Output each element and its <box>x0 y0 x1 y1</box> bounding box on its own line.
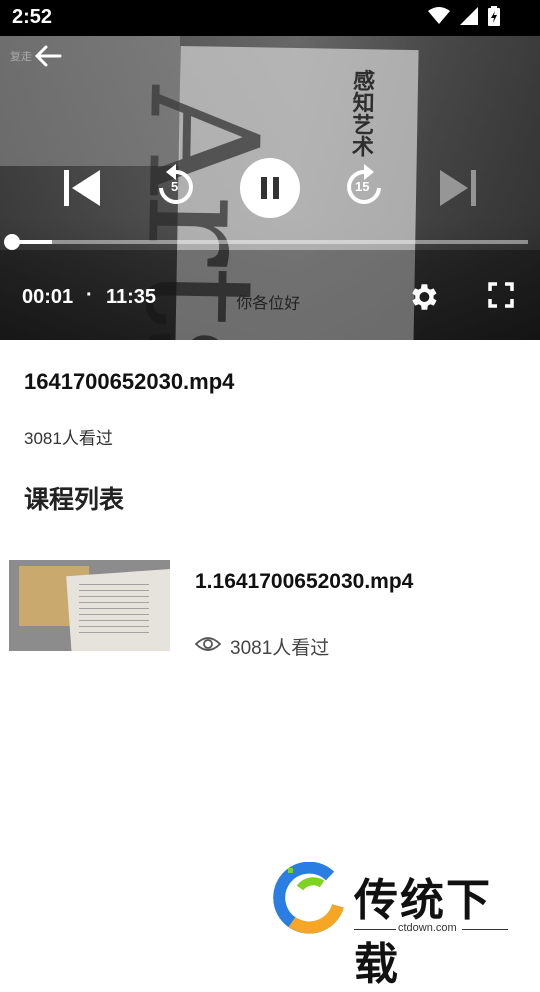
progress-track[interactable] <box>12 240 528 244</box>
video-view-count: 3081人看过 <box>24 429 113 448</box>
logo-divider-right <box>462 929 508 930</box>
pause-icon <box>261 177 279 199</box>
site-watermark-logo: 传统下载 ctdown.com <box>270 861 520 990</box>
course-list-item[interactable]: 1.1641700652030.mp4 3081人看过 <box>0 556 540 659</box>
video-player[interactable]: 感知艺术 Arts 你各位好 复走 5 15 00:01 · 11:35 <box>0 36 540 340</box>
pause-button[interactable] <box>240 158 300 218</box>
player-bottom-bar <box>0 250 540 340</box>
cell-signal-icon <box>460 7 478 25</box>
video-title: 1641700652030.mp4 <box>24 369 235 394</box>
fast-forward-button[interactable]: 15 <box>340 162 388 210</box>
wifi-icon <box>428 7 450 24</box>
status-icons <box>428 6 500 26</box>
skip-next-icon[interactable] <box>436 166 480 210</box>
forward-seconds: 15 <box>355 179 370 194</box>
battery-charging-icon <box>488 6 500 26</box>
course-item-title: 1.1641700652030.mp4 <box>195 570 414 593</box>
current-time: 00:01 <box>22 286 74 308</box>
skip-previous-icon[interactable] <box>60 166 104 210</box>
status-time: 2:52 <box>12 6 53 28</box>
video-watermark: 复走 <box>10 51 32 63</box>
total-time: 11:35 <box>106 286 157 308</box>
logo-divider-left <box>354 929 396 930</box>
fullscreen-icon[interactable] <box>488 282 514 308</box>
back-arrow-icon[interactable] <box>30 38 66 74</box>
progress-thumb[interactable] <box>4 234 20 250</box>
eye-icon <box>194 637 222 651</box>
status-bar: 2:52 <box>0 0 540 36</box>
book-cover-title: 感知艺术 <box>348 68 376 158</box>
course-item-views: 3081人看过 <box>230 638 330 659</box>
rewind-button[interactable]: 5 <box>152 162 200 210</box>
watermark-logo-url: ctdown.com <box>398 922 457 934</box>
course-list-heading: 课程列表 <box>24 486 125 514</box>
course-thumbnail <box>9 560 170 651</box>
rewind-seconds: 5 <box>171 179 179 194</box>
ctdown-logo-icon <box>273 861 344 934</box>
time-separator: · <box>86 284 93 306</box>
settings-gear-icon[interactable] <box>406 280 440 314</box>
